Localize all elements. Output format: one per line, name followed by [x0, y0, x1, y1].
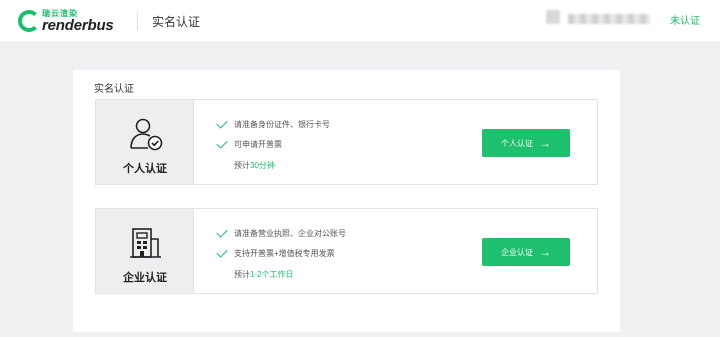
building-icon: [130, 228, 161, 258]
enterprise-verify-button[interactable]: 企业认证 →: [482, 238, 570, 266]
estimated-time: 预计1-2个工作日: [234, 269, 294, 280]
enterprise-verification-card: 企业认证 请准备营业执照、企业对公账号 支持开普票+增值税专用发票 预计1-2个…: [95, 208, 598, 294]
verification-status-link[interactable]: 未认证: [670, 12, 700, 27]
button-label: 企业认证: [501, 247, 533, 257]
requirement-list: 请准备营业执照、企业对公账号 支持开普票+增值税专用发票: [216, 226, 346, 267]
header-divider: [137, 12, 138, 30]
requirement-list: 请准备身份证件、银行卡号 可申请开普票: [216, 117, 330, 158]
person-check-icon: [130, 118, 163, 151]
requirement-text: 支持开普票+增值税专用发票: [234, 249, 335, 258]
button-label: 个人认证: [501, 138, 533, 148]
requirement-item: 可申请开普票: [216, 137, 330, 158]
requirement-text: 请准备营业执照、企业对公账号: [234, 229, 346, 238]
requirement-item: 请准备营业执照、企业对公账号: [216, 226, 346, 247]
estimated-time: 预计30分钟: [234, 160, 275, 171]
top-header: 瑞云渲染 renderbus 实名认证 未认证: [0, 0, 720, 43]
logo-mark-icon: [18, 10, 40, 32]
logo-wordmark: renderbus: [42, 17, 114, 34]
eta-value: 30分钟: [250, 161, 275, 170]
check-icon: [216, 117, 228, 129]
eta-value: 1-2个工作日: [250, 270, 294, 279]
card-left-section: 企业认证: [96, 209, 194, 293]
check-icon: [216, 246, 228, 258]
card-left-section: 个人认证: [96, 100, 194, 184]
eta-prefix: 预计: [234, 270, 250, 279]
renderbus-logo[interactable]: 瑞云渲染 renderbus: [18, 8, 128, 34]
requirement-text: 请准备身份证件、银行卡号: [234, 120, 330, 129]
verification-panel: 实名认证 个人认证 请准备身份证件、银行卡号 可申请开普票 预计30分钟 个人认…: [73, 70, 620, 332]
username-blurred[interactable]: [568, 14, 650, 24]
check-icon: [216, 226, 228, 238]
arrow-right-icon: →: [539, 136, 551, 150]
personal-verification-card: 个人认证 请准备身份证件、银行卡号 可申请开普票 预计30分钟 个人认证 →: [95, 99, 598, 185]
requirement-text: 可申请开普票: [234, 140, 282, 149]
page-title: 实名认证: [152, 15, 201, 29]
requirement-item: 请准备身份证件、银行卡号: [216, 117, 330, 138]
personal-verify-button[interactable]: 个人认证 →: [482, 129, 570, 157]
card-title: 个人认证: [123, 163, 167, 175]
requirement-item: 支持开普票+增值税专用发票: [216, 246, 346, 267]
card-title: 企业认证: [123, 272, 167, 284]
panel-title: 实名认证: [94, 84, 134, 95]
arrow-right-icon: →: [539, 245, 551, 259]
avatar[interactable]: [546, 10, 560, 24]
check-icon: [216, 137, 228, 149]
eta-prefix: 预计: [234, 161, 250, 170]
